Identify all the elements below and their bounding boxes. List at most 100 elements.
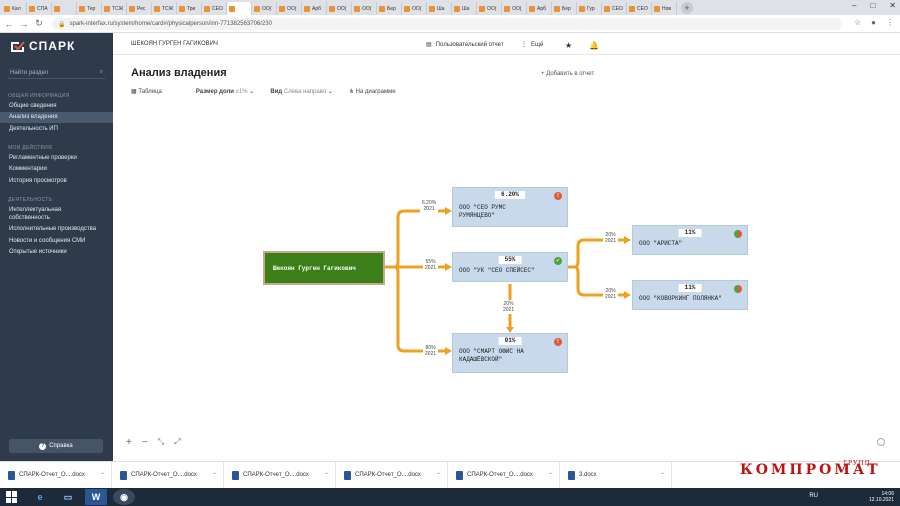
download-item[interactable]: СПАРК-Отчет_О....docx ⌃ [336, 461, 448, 489]
browser-tab[interactable]: ТСЖ [152, 2, 177, 15]
sidebar-item-news[interactable]: Новости и сообщения СМИ [0, 237, 113, 245]
node-share: 11% [678, 284, 702, 292]
edge-label-seo-rums: 6.20% 2021 [420, 199, 439, 213]
browser-tab[interactable]: ОО( [352, 2, 377, 15]
edge-year: 2021 [605, 238, 617, 244]
tab-favicon-icon [129, 5, 135, 12]
browser-tab[interactable] [227, 2, 252, 15]
download-item[interactable]: СПАРК-Отчет_О....docx ⌃ [448, 461, 560, 489]
company-node-arista[interactable]: 11% ООО "АРИСТА" [632, 225, 748, 255]
sidebar-item-comments[interactable]: Комментарии [0, 165, 113, 173]
company-node-cowork[interactable]: 11% ООО "КОВОРКИНГ ПОЛЯНКА" [632, 280, 748, 310]
browser-tab[interactable]: Нов [652, 2, 677, 15]
arrow-smart [445, 347, 452, 355]
tab-favicon-icon [29, 5, 35, 12]
download-item[interactable]: 3.docx ⌃ [560, 461, 672, 489]
browser-tab[interactable]: ОО( [477, 2, 502, 15]
chrome-icon[interactable]: ◉ [113, 489, 135, 505]
reload-icon[interactable]: ↻ [33, 18, 45, 29]
download-item[interactable]: СПАРК-Отчет_О....docx ⌃ [112, 461, 224, 489]
browser-tab[interactable]: Ша [452, 2, 477, 15]
sidebar-item-history[interactable]: История просмотров [0, 177, 113, 185]
browser-tab[interactable]: Ша [427, 2, 452, 15]
chevron-up-icon[interactable]: ⌃ [436, 472, 441, 479]
company-node-seo-rums[interactable]: 6.20% ! ООО "СЕО РУМС РУМЯНЦЕВО" [452, 187, 568, 227]
sidebar-item-ownership[interactable]: Анализ владения [0, 112, 113, 123]
browser-tab[interactable]: СЕО [602, 2, 627, 15]
browser-tab[interactable]: ОО( [502, 2, 527, 15]
sidebar-item-ip-property[interactable]: Интеллектуальная собственность [0, 206, 80, 222]
download-filename: СПАРК-Отчет_О....docx [131, 472, 197, 478]
forward-icon[interactable]: → [18, 19, 30, 29]
browser-tab[interactable]: Бер [552, 2, 577, 15]
browser-tab[interactable]: ОО( [402, 2, 427, 15]
diagram-settings-icon[interactable] [877, 438, 885, 446]
help-button[interactable]: ? Справка [9, 439, 103, 453]
browser-tab[interactable]: Три [177, 2, 202, 15]
chevron-up-icon[interactable]: ⌃ [324, 472, 329, 479]
browser-tab[interactable]: Бер [377, 2, 402, 15]
new-tab-button[interactable]: + [681, 1, 693, 14]
back-icon[interactable]: ← [3, 19, 15, 29]
minimize-icon[interactable]: – [852, 1, 856, 10]
tab-label: ОО( [512, 5, 522, 12]
browser-tab[interactable]: Арб [302, 2, 327, 15]
download-item[interactable]: СПАРК-Отчет_О....docx ⌃ [0, 461, 112, 489]
close-icon[interactable]: ✕ [889, 1, 896, 10]
tab-label: Гур [587, 5, 595, 12]
section-search-input[interactable]: Найти раздел ⌕ [8, 67, 105, 79]
sidebar-item-open-sources[interactable]: Открытые источники [0, 248, 113, 256]
chevron-up-icon[interactable]: ⌃ [100, 472, 105, 479]
tab-label: ОО( [337, 5, 347, 12]
url-field[interactable]: 🔒 spark-interfax.ru/system/home/card#/ph… [52, 18, 842, 30]
tab-label: Арб [537, 5, 546, 12]
status-mixed-icon [734, 285, 742, 293]
edge-year: 2021 [425, 351, 437, 357]
browser-tab[interactable]: Кал [2, 2, 27, 15]
chevron-up-icon[interactable]: ⌃ [548, 472, 553, 479]
start-button-icon[interactable] [6, 491, 20, 503]
word-doc-icon [232, 470, 239, 480]
browser-tab[interactable]: СЕО [627, 2, 652, 15]
sidebar-item-checks[interactable]: Регламентные проверки [0, 154, 113, 162]
spark-logo[interactable]: СПАРК [10, 39, 75, 53]
company-node-uk-seo[interactable]: 55% ✓ ООО "УК "СЕО СПЕЙСЕС" [452, 252, 568, 282]
root-person-node[interactable]: Шекоян Гурген Гагикович [263, 251, 385, 285]
fullscreen-icon[interactable]: ⤢ [174, 437, 180, 448]
word-icon[interactable]: W [85, 489, 107, 505]
chevron-up-icon[interactable]: ⌃ [660, 472, 665, 479]
language-indicator[interactable]: RU [809, 493, 818, 499]
browser-tab[interactable]: ТСЖ [102, 2, 127, 15]
sidebar-item-general[interactable]: Общие сведения [0, 102, 113, 110]
bookmark-star-icon[interactable]: ☆ [854, 18, 861, 27]
profile-icon[interactable]: ● [871, 18, 876, 27]
clock[interactable]: 14:06 12.10.2021 [869, 491, 894, 503]
browser-tab[interactable]: ОО( [252, 2, 277, 15]
browser-tab[interactable] [52, 2, 77, 15]
fit-screen-icon[interactable]: ⤡ [158, 437, 164, 448]
download-filename: СПАРК-Отчет_О....docx [243, 472, 309, 478]
zoom-out-icon[interactable]: − [142, 437, 148, 448]
download-item[interactable]: СПАРК-Отчет_О....docx ⌃ [224, 461, 336, 489]
sidebar-item-ip-activity[interactable]: Деятельность ИП [0, 125, 113, 133]
browser-tab[interactable]: СПА [27, 2, 52, 15]
word-doc-icon [344, 470, 351, 480]
browser-tab[interactable]: Рес [127, 2, 152, 15]
browser-tab[interactable]: Тер [77, 2, 102, 15]
menu-icon[interactable]: ⋮ [886, 18, 894, 27]
browser-tab[interactable]: ОО( [277, 2, 302, 15]
folder-icon[interactable]: ▭ [57, 489, 79, 505]
address-bar: ← → ↻ 🔒 spark-interfax.ru/system/home/ca… [0, 15, 900, 33]
chevron-up-icon[interactable]: ⌃ [212, 472, 217, 479]
sidebar-item-enforcement[interactable]: Исполнительные производства [0, 225, 113, 233]
tab-label: Бер [562, 5, 571, 12]
browser-tab[interactable]: СЕО [202, 2, 227, 15]
browser-tab[interactable]: Гур [577, 2, 602, 15]
maximize-icon[interactable]: □ [870, 1, 875, 10]
zoom-in-icon[interactable]: + [126, 437, 132, 448]
browser-tab[interactable]: Арб [527, 2, 552, 15]
company-node-smart[interactable]: 91% ! ООО "СМАРТ ОФИС НА КАДАШЁВСКОЙ" [452, 333, 568, 373]
ie-icon[interactable]: e [29, 489, 51, 505]
browser-tab[interactable]: ОО( [327, 2, 352, 15]
node-company-name: ООО "УК "СЕО СПЕЙСЕС" [459, 267, 535, 274]
